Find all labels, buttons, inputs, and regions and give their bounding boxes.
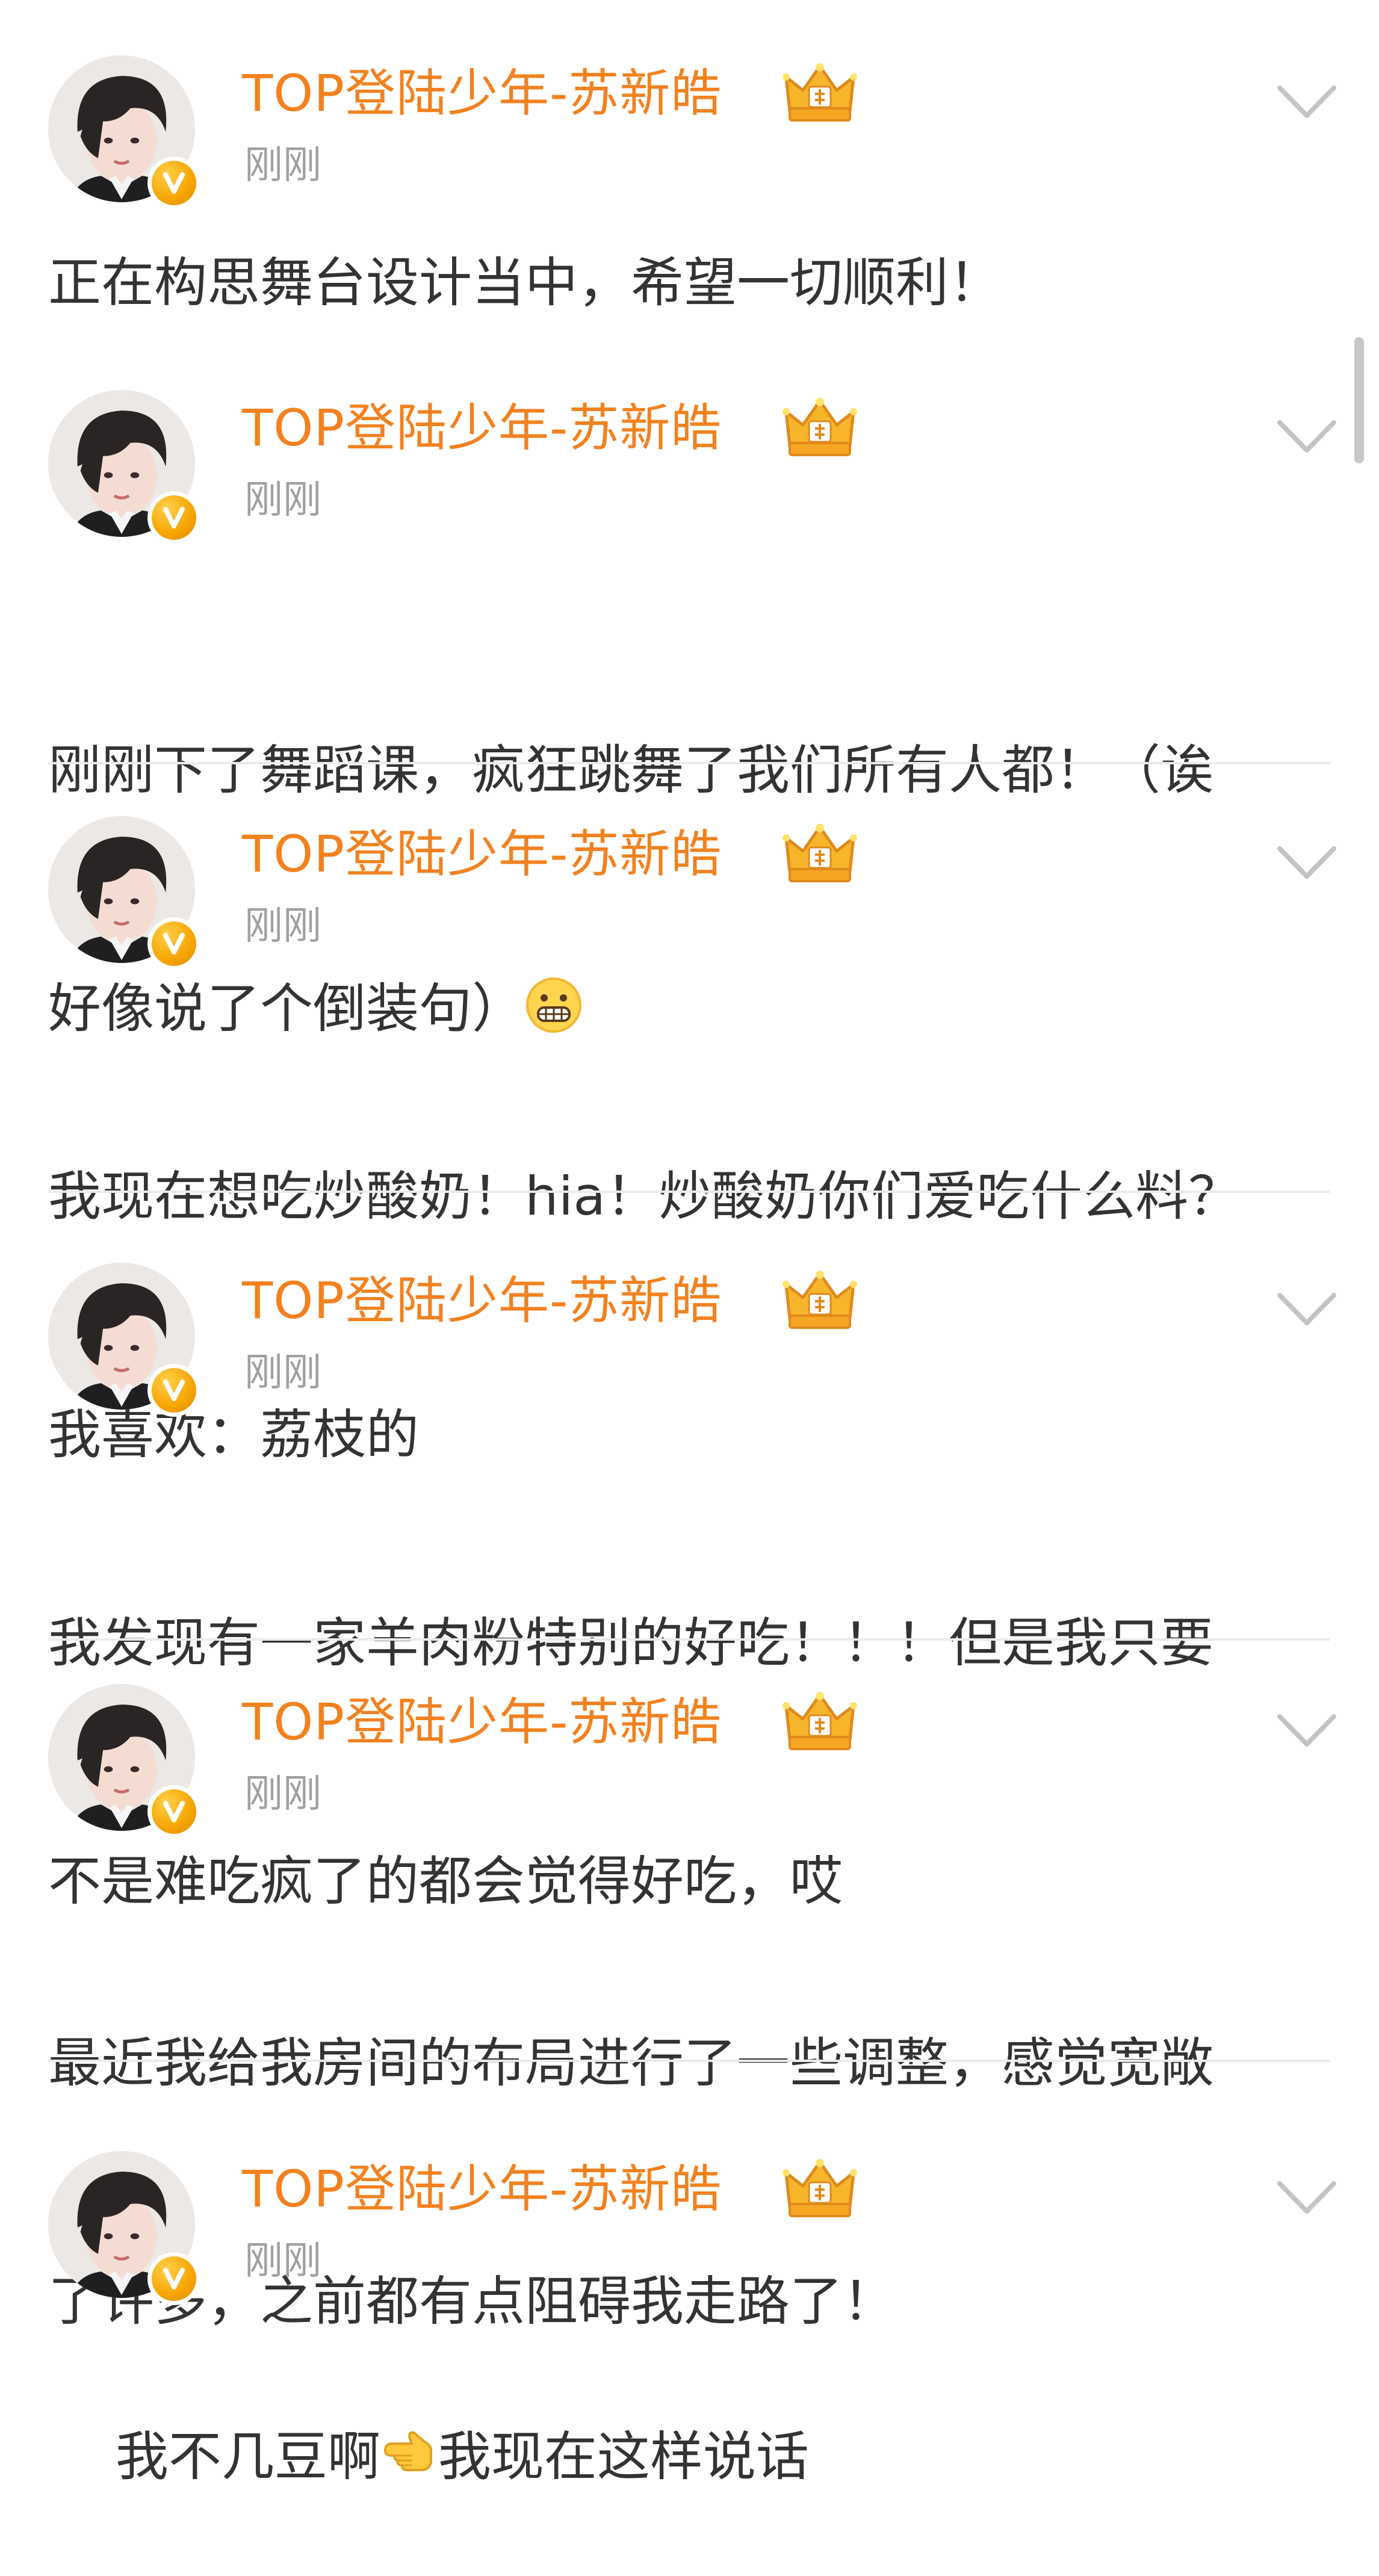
post-divider [48,1190,1330,1193]
verified-v-icon [147,156,200,209]
backhand-index-pointing-left-icon [380,2424,438,2482]
crown-icon[interactable] [782,2156,857,2222]
chevron-down-icon[interactable] [1275,2178,1339,2217]
chevron-down-icon[interactable] [1275,82,1339,122]
crown-icon[interactable] [782,821,857,887]
post-timestamp: 刚刚 [244,2239,321,2283]
post-text-line: 我发现有一家羊肉粉特别的好吃！！！但是我只要 [48,1612,1214,1674]
crown-icon[interactable] [782,60,857,126]
post-author-name[interactable]: TOP登陆少年-苏新皓 [242,821,722,887]
post-text-fragment: 我不几豆啊 [115,2426,380,2488]
post-author-name[interactable]: TOP登陆少年-苏新皓 [242,395,722,461]
post-timestamp: 刚刚 [244,143,321,188]
verified-v-icon [147,2252,200,2305]
post-text-line: 最近我给我房间的布局进行了一些调整，感觉宽敞 [48,2032,1214,2094]
post-text-fragment: 我现在这样说话 [438,2426,809,2488]
verified-v-icon [147,1364,200,1417]
chevron-down-icon[interactable] [1275,1289,1339,1329]
post-divider [48,1638,1330,1641]
post-timestamp: 刚刚 [244,1351,321,1395]
post-author-name[interactable]: TOP登陆少年-苏新皓 [242,60,722,126]
scrollbar-thumb[interactable] [1354,337,1364,463]
verified-v-icon [147,917,200,970]
post-text-line: 我现在想吃炒酸奶！hia！炒酸奶你们爱吃什么料？ [48,1165,1242,1227]
post-timestamp: 刚刚 [244,478,321,522]
post-content: 我不几豆啊 我现在这样说话 [48,2338,1348,2576]
post-author-name[interactable]: TOP登陆少年-苏新皓 [242,1268,722,1334]
post-content: 正在构思舞台设计当中，希望一切顺利！ [48,243,1348,323]
crown-icon[interactable] [782,1689,857,1755]
chevron-down-icon[interactable] [1275,416,1339,456]
crown-icon[interactable] [782,395,857,461]
post-text: 正在构思舞台设计当中，希望一切顺利！ [48,252,1002,314]
post-text-line: 了许多，之前都有点阻碍我走路了！ [48,2270,896,2332]
post-divider [48,2060,1330,2062]
chevron-down-icon[interactable] [1275,843,1339,882]
verified-v-icon [147,491,200,544]
chevron-down-icon[interactable] [1275,1711,1339,1750]
post-text-line: 刚刚下了舞蹈课，疯狂跳舞了我们所有人都！（诶 [48,739,1214,801]
crown-icon[interactable] [782,1268,857,1334]
post-timestamp: 刚刚 [244,904,321,949]
post-timestamp: 刚刚 [244,1772,321,1816]
post-divider [48,762,1330,764]
post-author-name[interactable]: TOP登陆少年-苏新皓 [242,1689,722,1755]
verified-v-icon [147,1785,200,1838]
post-author-name[interactable]: TOP登陆少年-苏新皓 [242,2156,722,2222]
